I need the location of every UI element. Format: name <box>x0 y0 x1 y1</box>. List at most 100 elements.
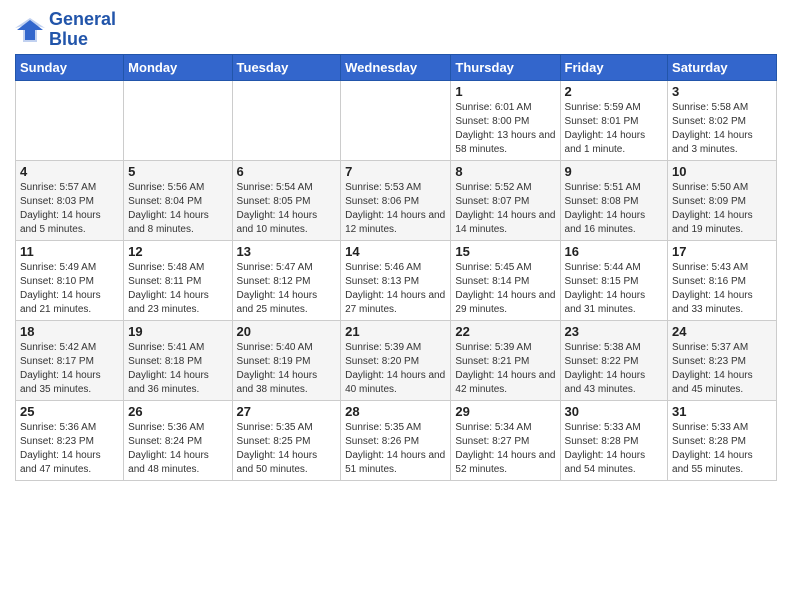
day-number: 1 <box>455 84 555 99</box>
calendar-cell: 4 Sunrise: 5:57 AM Sunset: 8:03 PM Daylig… <box>16 160 124 240</box>
day-info: Sunrise: 5:37 AM Sunset: 8:23 PM Dayligh… <box>672 341 772 397</box>
day-header-monday: Monday <box>124 54 232 80</box>
day-number: 27 <box>237 404 337 419</box>
day-header-friday: Friday <box>560 54 668 80</box>
day-info: Sunrise: 5:52 AM Sunset: 8:07 PM Dayligh… <box>455 181 555 237</box>
calendar-cell: 21Sunrise: 5:39 AM Sunset: 8:20 PM Dayli… <box>341 320 451 400</box>
calendar-week-row: 4 Sunrise: 5:57 AM Sunset: 8:03 PM Daylig… <box>16 160 777 240</box>
day-number: 4 <box>20 164 119 179</box>
day-number: 23 <box>565 324 664 339</box>
calendar-cell: 2 Sunrise: 5:59 AM Sunset: 8:01 PM Daylig… <box>560 80 668 160</box>
page-header: General Blue <box>15 10 777 50</box>
logo: General Blue <box>15 10 116 50</box>
day-header-wednesday: Wednesday <box>341 54 451 80</box>
calendar-cell: 1Sunrise: 6:01 AM Sunset: 8:00 PM Daylig… <box>451 80 560 160</box>
day-number: 5 <box>128 164 227 179</box>
day-info: Sunrise: 5:39 AM Sunset: 8:20 PM Dayligh… <box>345 341 446 397</box>
calendar-cell: 16 Sunrise: 5:44 AM Sunset: 8:15 PM Dayli… <box>560 240 668 320</box>
day-number: 12 <box>128 244 227 259</box>
day-info: Sunrise: 5:35 AM Sunset: 8:26 PM Dayligh… <box>345 421 446 477</box>
day-header-tuesday: Tuesday <box>232 54 341 80</box>
calendar-cell: 17 Sunrise: 5:43 AM Sunset: 8:16 PM Dayli… <box>668 240 777 320</box>
day-number: 20 <box>237 324 337 339</box>
logo-text: General Blue <box>49 10 116 50</box>
day-info: Sunrise: 5:42 AM Sunset: 8:17 PM Dayligh… <box>20 341 119 397</box>
calendar-cell: 31 Sunrise: 5:33 AM Sunset: 8:28 PM Dayli… <box>668 400 777 480</box>
day-info: Sunrise: 5:33 AM Sunset: 8:28 PM Dayligh… <box>672 421 772 477</box>
day-info: Sunrise: 5:36 AM Sunset: 8:23 PM Dayligh… <box>20 421 119 477</box>
day-number: 26 <box>128 404 227 419</box>
calendar-week-row: 1Sunrise: 6:01 AM Sunset: 8:00 PM Daylig… <box>16 80 777 160</box>
calendar-cell <box>232 80 341 160</box>
calendar-cell: 20Sunrise: 5:40 AM Sunset: 8:19 PM Dayli… <box>232 320 341 400</box>
calendar-cell: 9Sunrise: 5:51 AM Sunset: 8:08 PM Daylig… <box>560 160 668 240</box>
day-info: Sunrise: 5:44 AM Sunset: 8:15 PM Dayligh… <box>565 261 664 317</box>
calendar-cell: 8 Sunrise: 5:52 AM Sunset: 8:07 PM Daylig… <box>451 160 560 240</box>
day-number: 25 <box>20 404 119 419</box>
day-info: Sunrise: 5:33 AM Sunset: 8:28 PM Dayligh… <box>565 421 664 477</box>
day-info: Sunrise: 5:54 AM Sunset: 8:05 PM Dayligh… <box>237 181 337 237</box>
day-number: 29 <box>455 404 555 419</box>
day-number: 3 <box>672 84 772 99</box>
day-number: 18 <box>20 324 119 339</box>
day-info: Sunrise: 5:46 AM Sunset: 8:13 PM Dayligh… <box>345 261 446 317</box>
day-header-sunday: Sunday <box>16 54 124 80</box>
calendar-cell: 6 Sunrise: 5:54 AM Sunset: 8:05 PM Daylig… <box>232 160 341 240</box>
day-number: 11 <box>20 244 119 259</box>
calendar-cell: 30 Sunrise: 5:33 AM Sunset: 8:28 PM Dayli… <box>560 400 668 480</box>
logo-icon <box>15 16 45 44</box>
day-number: 30 <box>565 404 664 419</box>
day-number: 24 <box>672 324 772 339</box>
calendar-cell: 7 Sunrise: 5:53 AM Sunset: 8:06 PM Daylig… <box>341 160 451 240</box>
day-info: Sunrise: 5:56 AM Sunset: 8:04 PM Dayligh… <box>128 181 227 237</box>
calendar-cell: 23 Sunrise: 5:38 AM Sunset: 8:22 PM Dayli… <box>560 320 668 400</box>
day-number: 13 <box>237 244 337 259</box>
day-number: 22 <box>455 324 555 339</box>
calendar-cell: 27 Sunrise: 5:35 AM Sunset: 8:25 PM Dayli… <box>232 400 341 480</box>
day-number: 2 <box>565 84 664 99</box>
calendar-week-row: 18 Sunrise: 5:42 AM Sunset: 8:17 PM Dayli… <box>16 320 777 400</box>
day-info: Sunrise: 5:58 AM Sunset: 8:02 PM Dayligh… <box>672 101 772 157</box>
calendar-cell <box>16 80 124 160</box>
calendar-cell: 22 Sunrise: 5:39 AM Sunset: 8:21 PM Dayli… <box>451 320 560 400</box>
day-info: Sunrise: 5:39 AM Sunset: 8:21 PM Dayligh… <box>455 341 555 397</box>
day-info: Sunrise: 5:34 AM Sunset: 8:27 PM Dayligh… <box>455 421 555 477</box>
day-number: 16 <box>565 244 664 259</box>
day-info: Sunrise: 5:51 AM Sunset: 8:08 PM Dayligh… <box>565 181 664 237</box>
day-header-thursday: Thursday <box>451 54 560 80</box>
day-info: Sunrise: 5:41 AM Sunset: 8:18 PM Dayligh… <box>128 341 227 397</box>
day-header-saturday: Saturday <box>668 54 777 80</box>
day-number: 7 <box>345 164 446 179</box>
calendar-cell: 26 Sunrise: 5:36 AM Sunset: 8:24 PM Dayli… <box>124 400 232 480</box>
day-info: Sunrise: 5:57 AM Sunset: 8:03 PM Dayligh… <box>20 181 119 237</box>
day-info: Sunrise: 5:43 AM Sunset: 8:16 PM Dayligh… <box>672 261 772 317</box>
calendar-cell: 29 Sunrise: 5:34 AM Sunset: 8:27 PM Dayli… <box>451 400 560 480</box>
day-number: 14 <box>345 244 446 259</box>
day-number: 6 <box>237 164 337 179</box>
day-info: Sunrise: 5:38 AM Sunset: 8:22 PM Dayligh… <box>565 341 664 397</box>
day-info: Sunrise: 5:47 AM Sunset: 8:12 PM Dayligh… <box>237 261 337 317</box>
day-info: Sunrise: 5:49 AM Sunset: 8:10 PM Dayligh… <box>20 261 119 317</box>
day-info: Sunrise: 5:45 AM Sunset: 8:14 PM Dayligh… <box>455 261 555 317</box>
day-number: 17 <box>672 244 772 259</box>
calendar-table: SundayMondayTuesdayWednesdayThursdayFrid… <box>15 54 777 481</box>
day-info: Sunrise: 5:59 AM Sunset: 8:01 PM Dayligh… <box>565 101 664 157</box>
day-number: 10 <box>672 164 772 179</box>
calendar-cell: 12Sunrise: 5:48 AM Sunset: 8:11 PM Dayli… <box>124 240 232 320</box>
calendar-cell: 25 Sunrise: 5:36 AM Sunset: 8:23 PM Dayli… <box>16 400 124 480</box>
day-info: Sunrise: 5:53 AM Sunset: 8:06 PM Dayligh… <box>345 181 446 237</box>
calendar-cell: 11 Sunrise: 5:49 AM Sunset: 8:10 PM Dayli… <box>16 240 124 320</box>
day-number: 28 <box>345 404 446 419</box>
calendar-header-row: SundayMondayTuesdayWednesdayThursdayFrid… <box>16 54 777 80</box>
day-number: 8 <box>455 164 555 179</box>
day-info: Sunrise: 5:35 AM Sunset: 8:25 PM Dayligh… <box>237 421 337 477</box>
calendar-week-row: 11 Sunrise: 5:49 AM Sunset: 8:10 PM Dayli… <box>16 240 777 320</box>
day-info: Sunrise: 5:36 AM Sunset: 8:24 PM Dayligh… <box>128 421 227 477</box>
day-number: 31 <box>672 404 772 419</box>
calendar-cell: 5 Sunrise: 5:56 AM Sunset: 8:04 PM Daylig… <box>124 160 232 240</box>
calendar-cell: 18 Sunrise: 5:42 AM Sunset: 8:17 PM Dayli… <box>16 320 124 400</box>
calendar-cell: 19Sunrise: 5:41 AM Sunset: 8:18 PM Dayli… <box>124 320 232 400</box>
calendar-cell: 13 Sunrise: 5:47 AM Sunset: 8:12 PM Dayli… <box>232 240 341 320</box>
calendar-cell <box>341 80 451 160</box>
day-info: Sunrise: 5:50 AM Sunset: 8:09 PM Dayligh… <box>672 181 772 237</box>
